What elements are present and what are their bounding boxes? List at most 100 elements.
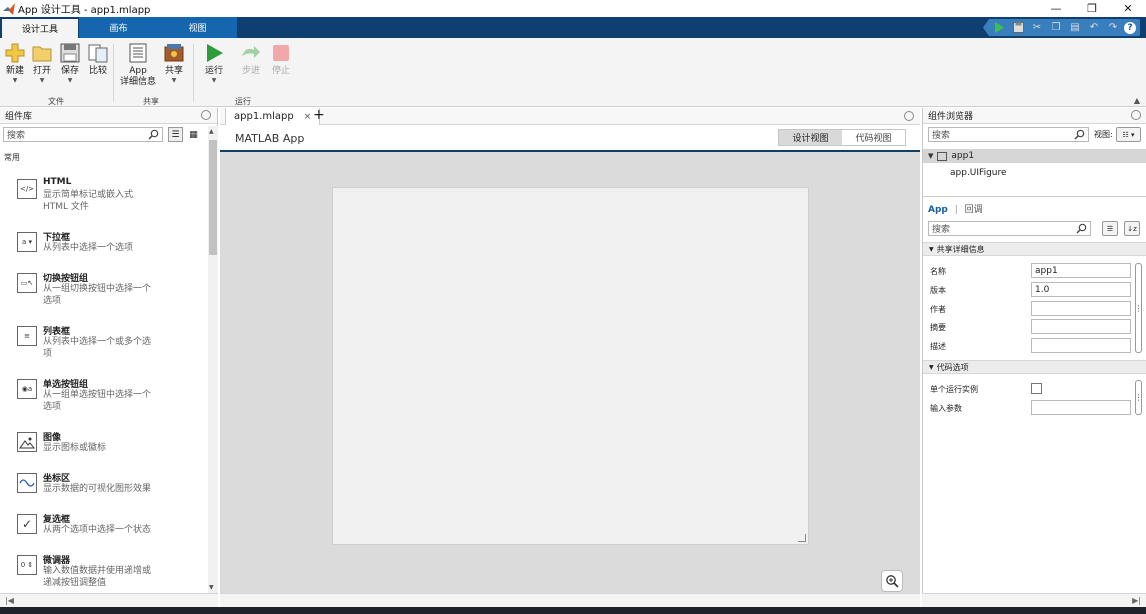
divider: [923, 196, 1146, 197]
section-code-options[interactable]: ▼ 代码选项: [923, 360, 1146, 374]
library-item-dropdown[interactable]: a ▾ 下拉框 从列表中选择一个选项: [0, 230, 205, 275]
description-field[interactable]: [1031, 338, 1131, 353]
new-button[interactable]: 新建 ▼: [4, 42, 26, 85]
library-hscroll[interactable]: |◀: [0, 593, 218, 607]
cut-icon[interactable]: ✂: [1029, 21, 1045, 35]
section-common: 常用: [4, 153, 20, 162]
collapse-toolstrip-icon[interactable]: ▲: [1134, 96, 1140, 105]
close-window-button[interactable]: ✕: [1110, 0, 1146, 17]
group-by-category-icon[interactable]: ☰: [1102, 221, 1118, 236]
document-tab-bar: app1.mlapp × +: [220, 107, 920, 125]
ui-figure[interactable]: [332, 187, 809, 545]
minimize-button[interactable]: —: [1038, 0, 1074, 17]
axes-icon: [17, 473, 37, 493]
tree-node-app1[interactable]: ▼ app1: [923, 149, 1146, 163]
panel-options-icon[interactable]: [201, 110, 211, 120]
expand-icon: ▼: [929, 363, 934, 371]
scroll-left-icon[interactable]: |◀: [5, 596, 14, 605]
scroll-down-icon[interactable]: ▼: [209, 584, 214, 591]
library-item-axes[interactable]: 坐标区 显示数据的可视化图形效果: [0, 471, 205, 516]
zoom-in-icon: [886, 575, 899, 588]
restore-button[interactable]: ❐: [1074, 0, 1110, 17]
grid-view-icon[interactable]: ▦: [186, 127, 201, 142]
browser-hscroll[interactable]: ▶|: [922, 593, 1146, 607]
run-button[interactable]: 运行 ▼: [203, 42, 225, 85]
ribbon-tab-strip: 设计工具 画布 视图 ✂ ❐ ▤ ↶ ↷ ?: [0, 17, 1146, 38]
chevron-down-icon: ▼: [67, 77, 73, 84]
compare-icon: [88, 44, 108, 63]
component-library-panel: 组件库 搜索 ☰ ▦ 常用 </> HTML 显示简单标记或嵌入式 HTML 文…: [0, 108, 218, 593]
tab-app[interactable]: App: [928, 205, 948, 215]
code-view-button[interactable]: 代码视图: [842, 130, 905, 145]
paste-icon[interactable]: ▤: [1067, 21, 1083, 35]
list-view-icon[interactable]: ☰: [168, 127, 183, 142]
save-icon[interactable]: [1010, 21, 1026, 35]
tab-app1[interactable]: app1.mlapp ×: [225, 108, 321, 125]
panel-options-icon[interactable]: [904, 111, 914, 121]
section-shared-details[interactable]: ▼ 共享详细信息: [923, 242, 1146, 256]
window-title: App 设计工具 - app1.mlapp: [18, 5, 151, 16]
tab-designer[interactable]: 设计工具: [2, 17, 78, 38]
tree-node-uifigure[interactable]: app.UIFigure: [923, 166, 1146, 180]
more-options-icon[interactable]: ⋮: [1135, 380, 1143, 415]
compare-button[interactable]: 比较: [87, 42, 109, 77]
panel-options-icon[interactable]: [1131, 110, 1141, 120]
group-label-file: 文件: [48, 97, 64, 106]
scroll-up-icon[interactable]: ▲: [209, 128, 214, 135]
share-icon: [164, 44, 184, 62]
close-tab-icon[interactable]: ×: [304, 112, 312, 122]
tab-callbacks[interactable]: 回调: [965, 205, 983, 215]
library-item-toggle-group[interactable]: ▭↖ 切换按钮组 从一组切换按钮中选择一个选项: [0, 271, 205, 316]
property-search-input[interactable]: 搜索: [928, 221, 1091, 236]
chevron-down-icon: ▼: [171, 77, 177, 84]
component-browser-panel: 组件浏览器 搜索 视图: ☷ ▾ ▼ app1 app.UIFigure App…: [922, 108, 1146, 593]
input-args-field[interactable]: [1031, 400, 1131, 415]
group-label-share: 共享: [143, 97, 159, 106]
app-details-button[interactable]: App 详细信息: [120, 42, 156, 88]
single-instance-checkbox[interactable]: [1031, 383, 1042, 394]
library-item-checkbox[interactable]: ✓ 复选框 从两个选项中选择一个状态: [0, 512, 205, 557]
design-view-button[interactable]: 设计视图: [779, 130, 842, 145]
step-button[interactable]: 步进: [240, 42, 262, 77]
toolstrip: 新建 ▼ 打开 ▼ 保存 ▼ 比较 文件 App 详细信息 共享 ▼ 共享 运行…: [0, 38, 1146, 107]
app-node-icon: [937, 151, 948, 161]
view-mode-dropdown[interactable]: ☷ ▾: [1116, 127, 1141, 142]
stop-button[interactable]: 停止: [270, 42, 292, 77]
library-item-listbox[interactable]: ≡ 列表框 从列表中选择一个或多个选项: [0, 324, 205, 369]
expand-icon: ▼: [929, 245, 934, 253]
scroll-right-icon[interactable]: ▶|: [1132, 596, 1141, 605]
author-field[interactable]: [1031, 301, 1131, 316]
library-item-radio-group[interactable]: ◉a 单选按钮组 从一组单选按钮中选择一个选项: [0, 377, 205, 422]
canvas-hscroll[interactable]: [220, 593, 920, 607]
tab-view[interactable]: 视图: [158, 17, 237, 38]
zoom-button[interactable]: [881, 570, 903, 592]
scrollbar-thumb[interactable]: [209, 140, 217, 255]
sort-az-icon[interactable]: ↓z: [1124, 221, 1140, 236]
more-options-icon[interactable]: ⋮: [1135, 263, 1143, 353]
name-field[interactable]: app1: [1031, 263, 1131, 278]
browser-search-input[interactable]: 搜索: [928, 127, 1089, 142]
help-icon[interactable]: ?: [1124, 21, 1136, 34]
open-button[interactable]: 打开 ▼: [31, 42, 53, 85]
redo-icon[interactable]: ↷: [1105, 21, 1121, 35]
undo-icon[interactable]: ↶: [1086, 21, 1102, 35]
dropdown-icon: a ▾: [17, 232, 37, 252]
library-item-html[interactable]: </> HTML 显示简单标记或嵌入式 HTML 文件: [0, 177, 205, 222]
taskbar-strip: [0, 607, 1146, 614]
add-tab-icon[interactable]: +: [313, 107, 325, 123]
resize-grip-icon[interactable]: [798, 534, 806, 542]
library-item-image[interactable]: 图像 显示图标或徽标: [0, 430, 205, 475]
share-button[interactable]: 共享 ▼: [163, 42, 185, 85]
tab-canvas[interactable]: 画布: [79, 17, 158, 38]
run-icon[interactable]: [991, 21, 1007, 35]
library-scrollbar[interactable]: ▲ ▼: [208, 126, 218, 593]
summary-field[interactable]: [1031, 319, 1131, 334]
app-title: MATLAB App: [235, 132, 305, 145]
copy-icon[interactable]: ❐: [1048, 21, 1064, 35]
save-button[interactable]: 保存 ▼: [59, 42, 81, 85]
toggle-group-icon: ▭↖: [17, 273, 37, 293]
library-item-spinner[interactable]: 0 ⇕ 微调器 输入数值数据并使用递增或递减按钮调整值: [0, 553, 205, 598]
version-field[interactable]: 1.0: [1031, 282, 1131, 297]
library-search-input[interactable]: 搜索: [3, 127, 163, 142]
expand-icon[interactable]: ▼: [928, 152, 933, 160]
